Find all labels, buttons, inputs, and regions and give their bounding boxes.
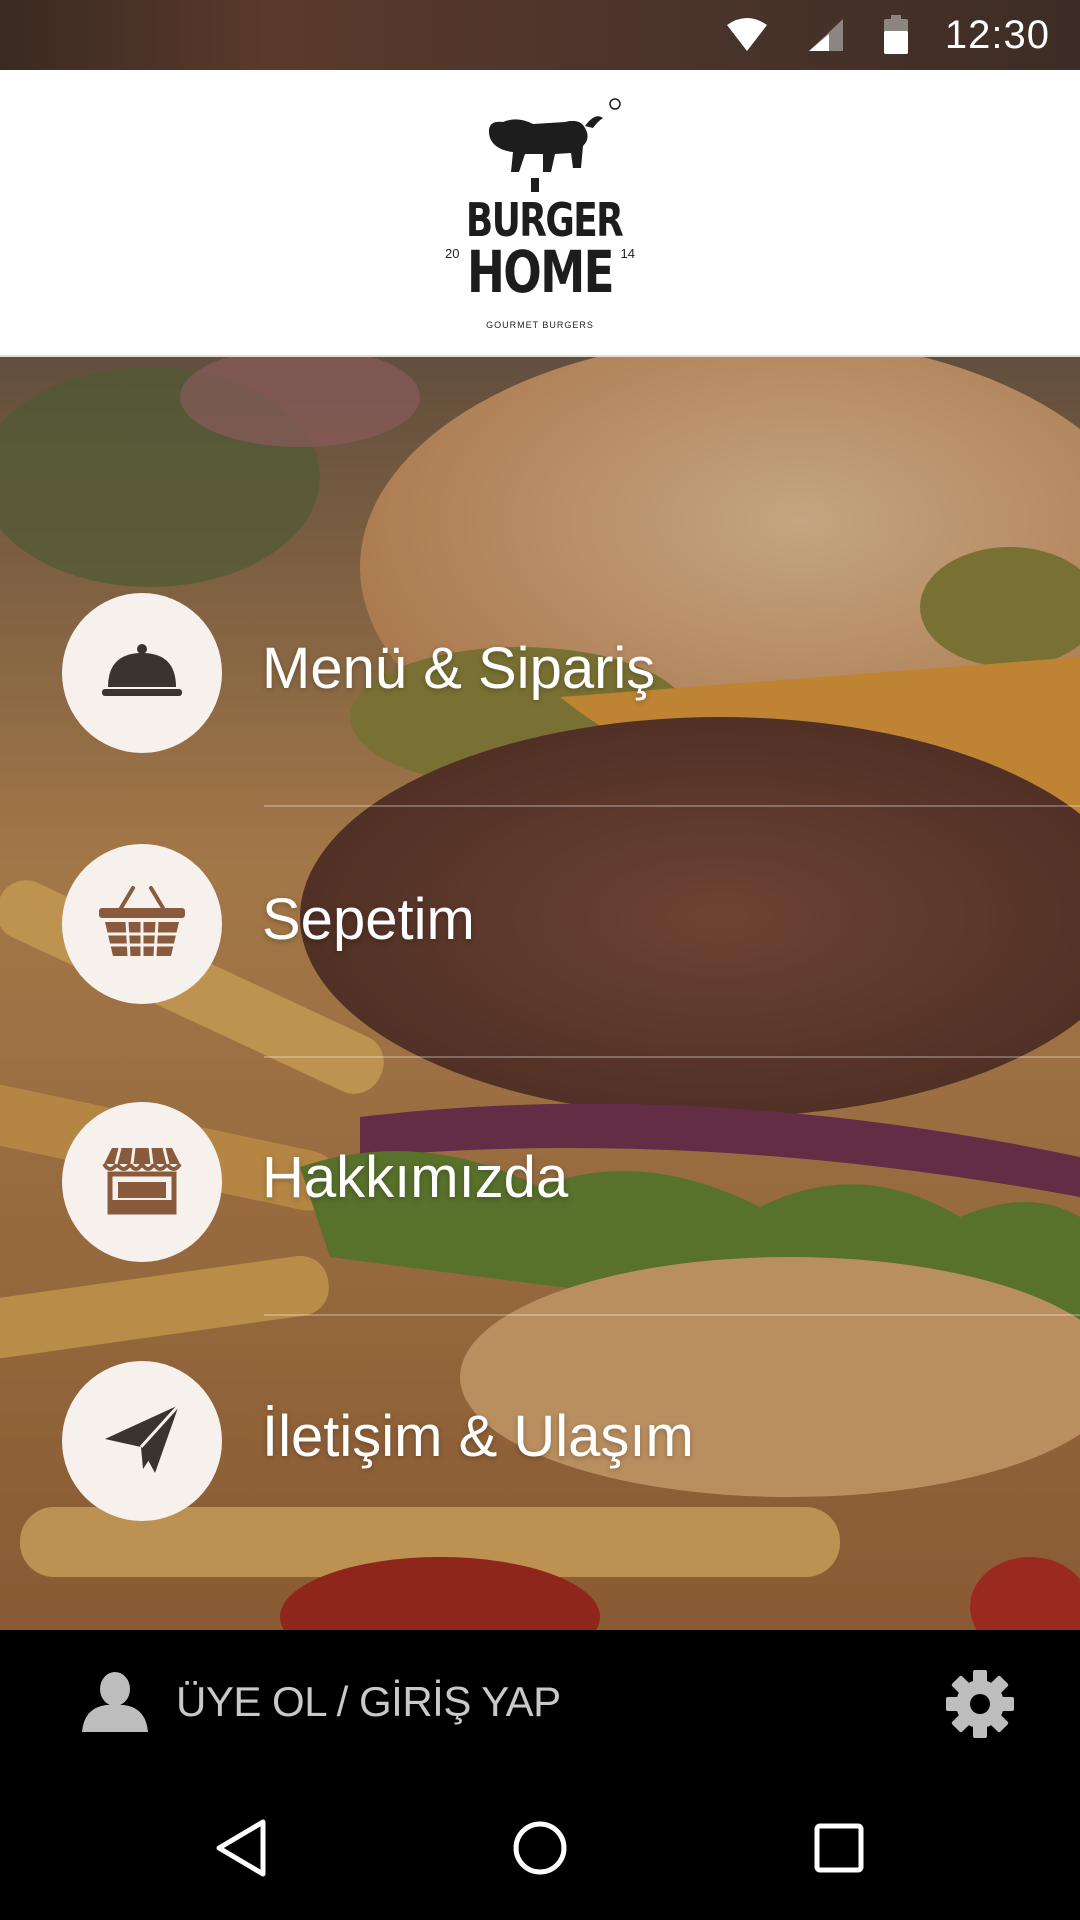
menu-item-icon-circle bbox=[62, 1102, 222, 1262]
recents-icon[interactable] bbox=[806, 1815, 872, 1881]
menu-item-label: İletişim & Ulaşım bbox=[262, 1404, 694, 1469]
basket-icon bbox=[97, 884, 187, 965]
battery-icon bbox=[883, 15, 909, 55]
account-bar: ÜYE OL / GİRİŞ YAP bbox=[0, 1630, 1080, 1775]
bull-logo-icon bbox=[488, 97, 621, 192]
menu-item-cart[interactable]: Sepetim bbox=[0, 798, 1080, 1058]
gear-icon[interactable] bbox=[944, 1668, 1016, 1745]
status-bar: 12:30 bbox=[0, 0, 1080, 70]
logo-year-left: 20 bbox=[445, 245, 460, 261]
menu-item-menu-order[interactable]: Menü & Sipariş bbox=[0, 547, 1080, 807]
signup-login-link[interactable]: ÜYE OL / GİRİŞ YAP bbox=[176, 1678, 561, 1726]
burger-home-logo: BURGER HOME 20 14 GOURMET BURGERS bbox=[445, 97, 635, 330]
menu-item-label: Menü & Sipariş bbox=[262, 636, 656, 701]
cell-signal-icon bbox=[807, 17, 845, 53]
app-header: BURGER HOME 20 14 GOURMET BURGERS bbox=[0, 70, 1080, 357]
menu-item-icon-circle bbox=[62, 1361, 222, 1521]
wifi-icon bbox=[725, 17, 769, 53]
logo-text-home: HOME bbox=[466, 237, 615, 306]
menu-item-label: Hakkımızda bbox=[262, 1145, 569, 1210]
menu-item-label: Sepetim bbox=[262, 887, 475, 952]
home-icon[interactable] bbox=[507, 1815, 573, 1881]
paper-plane-icon bbox=[103, 1403, 181, 1480]
cloche-icon bbox=[102, 641, 182, 706]
logo-tagline: GOURMET BURGERS bbox=[486, 319, 594, 330]
status-time: 12:30 bbox=[944, 12, 1050, 57]
system-nav-bar bbox=[0, 1775, 1080, 1920]
storefront-icon bbox=[102, 1144, 182, 1221]
menu-item-icon-circle bbox=[62, 844, 222, 1004]
main-menu-hero: Menü & Sipariş Sepetim Hakkımızda İletiş… bbox=[0, 357, 1080, 1630]
user-icon[interactable] bbox=[82, 1672, 148, 1737]
back-icon[interactable] bbox=[208, 1815, 274, 1881]
logo-year-right: 14 bbox=[620, 245, 635, 261]
menu-item-about[interactable]: Hakkımızda bbox=[0, 1056, 1080, 1316]
menu-item-contact[interactable]: İletişim & Ulaşım bbox=[0, 1315, 1080, 1555]
menu-item-icon-circle bbox=[62, 593, 222, 753]
